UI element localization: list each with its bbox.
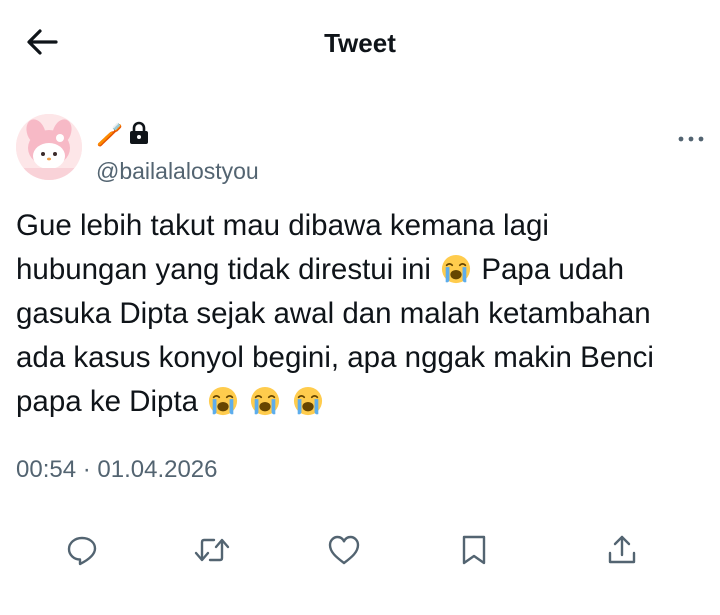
avatar[interactable] (16, 114, 82, 180)
action-bar (0, 530, 720, 576)
retweet-icon (194, 535, 230, 570)
like-button[interactable] (322, 530, 366, 574)
share-button[interactable] (600, 530, 644, 574)
page-title: Tweet (324, 28, 396, 58)
toothbrush-glyph: 🪥 (96, 122, 124, 147)
tweet-timestamp[interactable]: 00:54 · 01.04.2026 (16, 456, 218, 484)
loudly-crying-face-emoji (293, 386, 323, 416)
tweet-line: Papa udah (481, 253, 625, 286)
loudly-crying-face-emoji (441, 254, 471, 284)
lock-icon (129, 121, 149, 150)
heart-icon (328, 535, 360, 570)
tweet-line: ada kasus konyol begini, apa nggak makin… (16, 341, 654, 374)
bookmark-button[interactable] (452, 530, 496, 574)
bookmark-icon (461, 534, 487, 571)
loudly-crying-face-emoji (208, 386, 238, 416)
reply-button[interactable] (60, 530, 104, 574)
tweet-line: hubungan yang tidak direstui ini (16, 253, 431, 286)
more-options-button[interactable] (676, 128, 706, 148)
retweet-button[interactable] (190, 530, 234, 574)
tweet-body: Gue lebih takut mau dibawa kemana lagi h… (16, 204, 706, 424)
loudly-crying-face-emoji (250, 386, 280, 416)
reply-icon (66, 534, 98, 571)
user-handle[interactable]: @bailalalostyou (96, 158, 259, 185)
share-icon (606, 534, 638, 571)
more-horizontal-icon (678, 129, 704, 147)
display-name[interactable]: 🪥 (96, 120, 149, 150)
top-bar: Tweet (0, 0, 720, 90)
tweet-line: papa ke Dipta (16, 385, 199, 418)
tweet-line: Gue lebih takut mau dibawa kemana lagi (16, 209, 549, 242)
tweet-author: 🪥 @bailalalostyou (16, 114, 706, 190)
tweet-line: gasuka Dipta sejak awal dan malah ketamb… (16, 297, 651, 330)
